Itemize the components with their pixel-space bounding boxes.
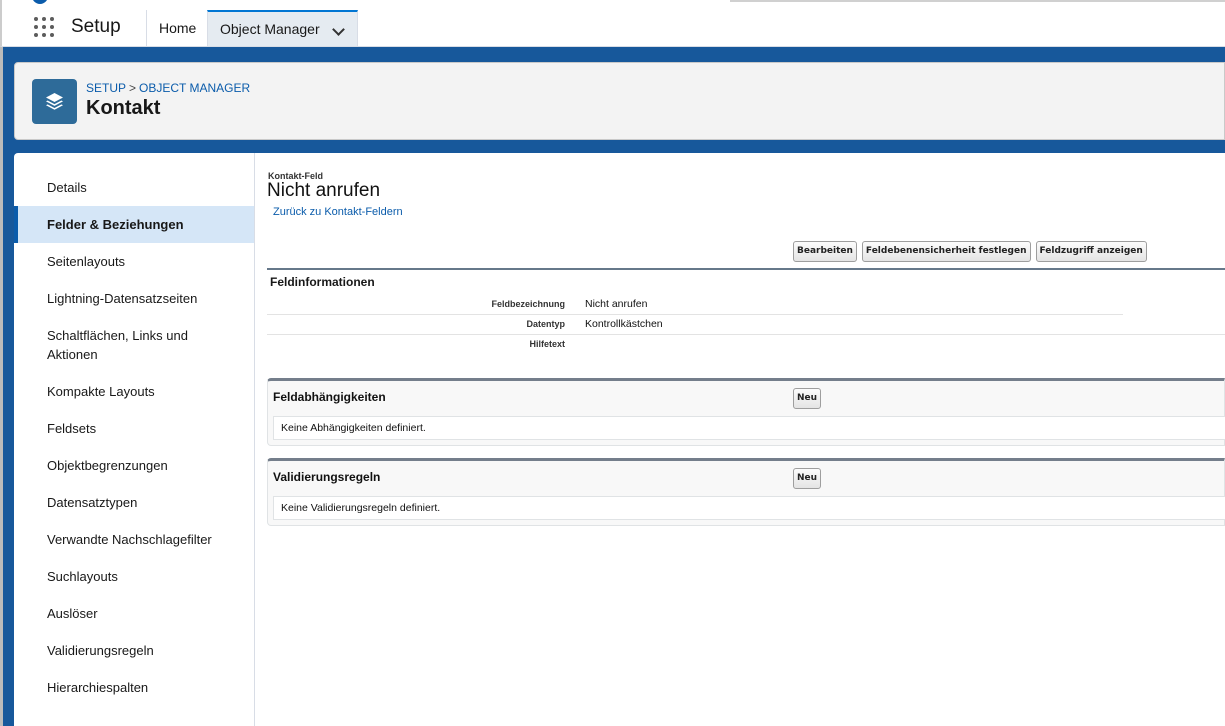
object-sidebar: Details Felder & Beziehungen Seitenlayou… bbox=[14, 153, 255, 726]
detail-row: Datentyp Kontrollkästchen bbox=[267, 314, 1123, 334]
related-list-validation-rules: Validierungsregeln Neu Keine Validierung… bbox=[267, 458, 1225, 526]
detail-row: Hilfetext bbox=[267, 334, 1123, 354]
detail-row: Feldbezeichnung Nicht anrufen bbox=[267, 294, 1123, 314]
detail-label: Hilfetext bbox=[529, 339, 565, 349]
breadcrumb: SETUP > OBJECT MANAGER bbox=[86, 81, 250, 95]
tab-object-manager[interactable]: Object Manager bbox=[207, 10, 358, 46]
field-title: Nicht anrufen bbox=[267, 180, 381, 201]
page-title: Kontakt bbox=[86, 97, 161, 119]
sidebar-item-record-types[interactable]: Datensatztypen bbox=[14, 484, 254, 521]
new-dependency-button[interactable]: Neu bbox=[793, 388, 822, 409]
new-validation-rule-button[interactable]: Neu bbox=[793, 468, 822, 489]
detail-label: Feldbezeichnung bbox=[491, 299, 565, 309]
app-name: Setup bbox=[71, 16, 121, 37]
sidebar-item-fields-relationships[interactable]: Felder & Beziehungen bbox=[14, 206, 254, 243]
breadcrumb-object-manager[interactable]: OBJECT MANAGER bbox=[139, 81, 250, 95]
related-list-title: Feldabhängigkeiten bbox=[273, 390, 386, 404]
sidebar-item-search-layouts[interactable]: Suchlayouts bbox=[14, 558, 254, 595]
sidebar-item-hierarchy-columns[interactable]: Hierarchiespalten bbox=[14, 669, 254, 706]
sidebar-item-validation-rules[interactable]: Validierungsregeln bbox=[14, 632, 254, 669]
sidebar-item-triggers[interactable]: Auslöser bbox=[14, 595, 254, 632]
edit-button[interactable]: Bearbeiten bbox=[793, 241, 857, 262]
related-list-title: Validierungsregeln bbox=[273, 470, 381, 484]
tab-object-manager-label: Object Manager bbox=[220, 21, 320, 37]
set-field-security-button[interactable]: Feldebenensicherheit festlegen bbox=[861, 241, 1031, 262]
sidebar-item-lightning-record-pages[interactable]: Lightning-Datensatzseiten bbox=[14, 280, 254, 317]
sidebar-item-object-limits[interactable]: Objektbegrenzungen bbox=[14, 447, 254, 484]
related-list-empty-text: Keine Validierungsregeln definiert. bbox=[273, 496, 1225, 520]
field-detail-content: Kontakt-Feld Nicht anrufen Zurück zu Kon… bbox=[267, 153, 1225, 726]
view-field-access-button[interactable]: Feldzugriff anzeigen bbox=[1035, 241, 1147, 262]
main-panel: Details Felder & Beziehungen Seitenlayou… bbox=[14, 153, 1225, 726]
back-link[interactable]: Zurück zu Kontakt-Feldern bbox=[273, 206, 403, 218]
sidebar-item-field-sets[interactable]: Feldsets bbox=[14, 410, 254, 447]
object-header: SETUP > OBJECT MANAGER Kontakt bbox=[14, 62, 1225, 140]
sidebar-item-compact-layouts[interactable]: Kompakte Layouts bbox=[14, 373, 254, 410]
tab-home[interactable]: Home bbox=[146, 10, 208, 46]
chevron-down-icon[interactable] bbox=[332, 23, 345, 36]
sidebar-item-details[interactable]: Details bbox=[14, 169, 254, 206]
search-bar-edge bbox=[730, 0, 1225, 2]
detail-value: Kontrollkästchen bbox=[585, 318, 663, 330]
breadcrumb-separator: > bbox=[129, 81, 137, 95]
breadcrumb-setup[interactable]: SETUP bbox=[86, 81, 126, 95]
related-list-field-dependencies: Feldabhängigkeiten Neu Keine Abhängigkei… bbox=[267, 378, 1225, 446]
global-header: Setup Home Object Manager bbox=[0, 0, 1225, 47]
detail-label: Datentyp bbox=[526, 319, 565, 329]
related-list-empty-text: Keine Abhängigkeiten definiert. bbox=[273, 416, 1225, 440]
layers-icon bbox=[32, 79, 77, 124]
app-launcher-icon[interactable] bbox=[34, 17, 54, 37]
window-edge bbox=[0, 47, 3, 726]
sidebar-item-page-layouts[interactable]: Seitenlayouts bbox=[14, 243, 254, 280]
detail-value: Nicht anrufen bbox=[585, 298, 648, 310]
section-divider bbox=[267, 268, 1225, 270]
button-bar: Bearbeiten Feldebenensicherheit festlege… bbox=[793, 241, 1147, 262]
sidebar-item-related-lookup-filters[interactable]: Verwandte Nachschlagefilter bbox=[14, 521, 254, 558]
salesforce-logo-icon[interactable] bbox=[32, 0, 48, 4]
field-info-section-title: Feldinformationen bbox=[270, 275, 375, 289]
sidebar-item-buttons-links-actions[interactable]: Schaltflächen, Links und Aktionen bbox=[14, 317, 254, 373]
